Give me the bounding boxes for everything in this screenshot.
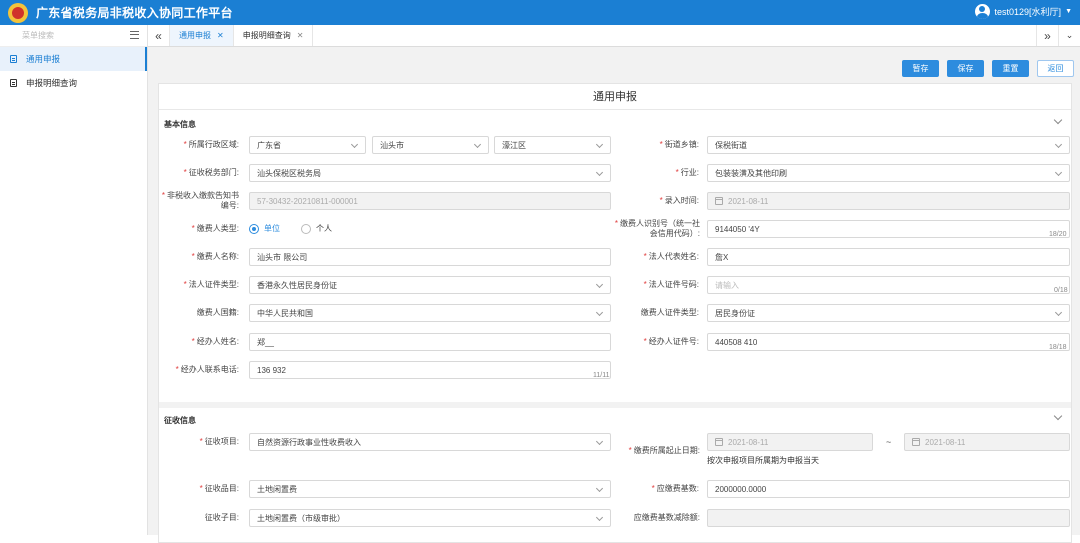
agent-cert-no-label: * 经办人证件号: <box>643 337 699 346</box>
notice-no-field: 57-30432-20210811-000001 <box>249 192 611 210</box>
period-separator: ~ <box>886 437 892 447</box>
payer-name-label: * 缴费人名称: <box>191 252 239 261</box>
tab-label: 申报明细查询 <box>242 31 291 40</box>
tax-dept-label: * 征收税务部门: <box>183 168 239 177</box>
sidebar-item-general-declaration[interactable]: 通用申报 <box>0 47 147 71</box>
close-icon[interactable]: ✕ <box>217 31 224 40</box>
chevron-down-icon[interactable]: ⌄ <box>1058 25 1080 46</box>
agent-cert-no-count: 18/18 <box>1049 344 1067 351</box>
document-icon <box>10 55 17 63</box>
street-label: * 街道乡镇: <box>659 140 699 149</box>
period-hint: 按次申报项目所属期为申报当天 <box>707 456 819 465</box>
agent-phone-label: * 经办人联系电话: <box>175 365 239 374</box>
subitem-label: 征收子目: <box>204 513 239 522</box>
save-button[interactable]: 保存 <box>947 60 984 77</box>
base-deduct-label: 应缴费基数减除额: <box>633 513 700 522</box>
form-title: 通用申报 <box>159 84 1071 110</box>
temp-save-button[interactable]: 暂存 <box>902 60 939 77</box>
street-select[interactable]: 保税街道 <box>707 136 1070 154</box>
section-divider <box>159 402 1071 408</box>
sidebar-item-label: 通用申报 <box>26 54 61 64</box>
legal-rep-input[interactable]: 詹X <box>707 248 1070 266</box>
entry-time-label: * 录入时间: <box>659 196 699 205</box>
payer-name-input[interactable]: 汕头市 限公司 <box>249 248 611 266</box>
period-start-field: 2021-08-11 <box>707 433 873 451</box>
nationality-select[interactable]: 中华人民共和国 <box>249 304 611 322</box>
payer-type-unit-radio[interactable]: 单位 <box>249 223 280 234</box>
legal-cert-type-label: * 法人证件类型: <box>183 280 239 289</box>
region-label: * 所属行政区域: <box>183 140 239 149</box>
user-name: test0129[水利厅] <box>994 7 1062 17</box>
notice-no-label: * 非税收入缴款告知书编号: <box>161 191 239 210</box>
user-avatar-icon <box>974 4 990 19</box>
agent-cert-no-input[interactable]: 440508 410 <box>707 333 1070 351</box>
legal-rep-label: * 法人代表姓名: <box>643 252 699 261</box>
payer-id-count: 18/20 <box>1049 231 1067 238</box>
menu-collapse-icon[interactable] <box>130 31 139 39</box>
district-select[interactable]: 濠江区 <box>494 136 611 154</box>
section-collection-title: 征收信息 <box>164 416 196 425</box>
tab-label: 通用申报 <box>179 31 211 40</box>
calendar-icon <box>715 438 723 446</box>
back-button[interactable]: 返回 <box>1037 60 1074 77</box>
top-bar: 广东省税务局非税收入协同工作平台 test0129[水利厅] ▼ <box>0 0 1080 25</box>
city-select[interactable]: 汕头市 <box>372 136 489 154</box>
period-end-field: 2021-08-11 <box>904 433 1070 451</box>
menu-search-placeholder: 菜单搜索 <box>22 31 54 40</box>
base-label: * 应缴费基数: <box>651 484 699 493</box>
tabs-scroll-right-icon[interactable]: » <box>1036 25 1058 46</box>
tab-bar: « 通用申报 ✕ 申报明细查询 ✕ » ⌄ <box>148 25 1080 47</box>
collect-item-select[interactable]: 自然资源行政事业性收费收入 <box>249 433 611 451</box>
calendar-icon <box>715 197 723 205</box>
period-label: * 缴费所属起止日期: <box>628 446 700 455</box>
tab-general-declaration[interactable]: 通用申报 ✕ <box>170 25 234 46</box>
agent-phone-input[interactable]: 136 932 <box>249 361 611 379</box>
legal-cert-no-input[interactable]: 请输入 <box>707 276 1070 294</box>
legal-cert-type-select[interactable]: 香港永久性居民身份证 <box>249 276 611 294</box>
entry-time-field: 2021-08-11 <box>707 192 1070 210</box>
collect-item-label: * 征收项目: <box>199 437 239 446</box>
payer-id-input[interactable]: 9144050 '4Y <box>707 220 1070 238</box>
base-input[interactable]: 2000000.0000 <box>707 480 1070 498</box>
industry-label: * 行业: <box>675 168 699 177</box>
product-label: * 征收品目: <box>199 484 239 493</box>
payer-cert-type-label: 缴费人证件类型: <box>640 308 699 317</box>
industry-select[interactable]: 包装装潢及其他印刷 <box>707 164 1070 182</box>
agent-name-label: * 经办人姓名: <box>191 337 239 346</box>
legal-cert-no-label: * 法人证件号码: <box>643 280 699 289</box>
caret-down-icon: ▼ <box>1065 8 1072 15</box>
collapse-collection-icon[interactable] <box>1053 411 1063 421</box>
document-icon <box>10 79 17 87</box>
main-content: 暂存 保存 重置 返回 通用申报 基本信息 * 所属行政区域: 广东省 汕头市 濠… <box>148 47 1080 543</box>
tabs-scroll-left-icon[interactable]: « <box>148 25 170 46</box>
nationality-label: 缴费人国籍: <box>196 308 239 317</box>
menu-search-input[interactable]: 菜单搜索 <box>0 25 147 47</box>
sidebar-item-declaration-query[interactable]: 申报明细查询 <box>0 71 147 95</box>
sidebar-item-label: 申报明细查询 <box>26 78 78 88</box>
calendar-icon <box>912 438 920 446</box>
base-deduct-field <box>707 509 1070 527</box>
user-menu[interactable]: test0129[水利厅] ▼ <box>974 4 1072 19</box>
collapse-basic-icon[interactable] <box>1053 115 1063 125</box>
section-basic-info-title: 基本信息 <box>164 120 196 129</box>
payer-cert-type-select[interactable]: 居民身份证 <box>707 304 1070 322</box>
subitem-select[interactable]: 土地闲置费（市级审批） <box>249 509 611 527</box>
legal-cert-no-count: 0/18 <box>1054 287 1068 294</box>
province-select[interactable]: 广东省 <box>249 136 366 154</box>
payer-type-person-radio[interactable]: 个人 <box>301 223 332 234</box>
reset-button[interactable]: 重置 <box>992 60 1029 77</box>
action-toolbar: 暂存 保存 重置 返回 <box>902 60 1074 77</box>
sidebar: 菜单搜索 通用申报 申报明细查询 <box>0 25 148 535</box>
payer-id-label: * 缴费人识别号（统一社会信用代码）: <box>614 219 700 238</box>
tax-dept-select[interactable]: 汕头保税区税务局 <box>249 164 611 182</box>
product-select[interactable]: 土地闲置费 <box>249 480 611 498</box>
agent-phone-count: 11/11 <box>593 372 610 379</box>
close-icon[interactable]: ✕ <box>297 31 304 40</box>
declaration-form: 通用申报 基本信息 * 所属行政区域: 广东省 汕头市 濠江区 * 街道乡镇: 保税… <box>158 83 1072 543</box>
app-title: 广东省税务局非税收入协同工作平台 <box>36 6 233 20</box>
agent-name-input[interactable]: 郑__ <box>249 333 611 351</box>
tab-declaration-query[interactable]: 申报明细查询 ✕ <box>234 25 314 46</box>
payer-type-label: * 缴费人类型: <box>191 224 239 233</box>
tax-emblem-logo <box>8 2 28 23</box>
